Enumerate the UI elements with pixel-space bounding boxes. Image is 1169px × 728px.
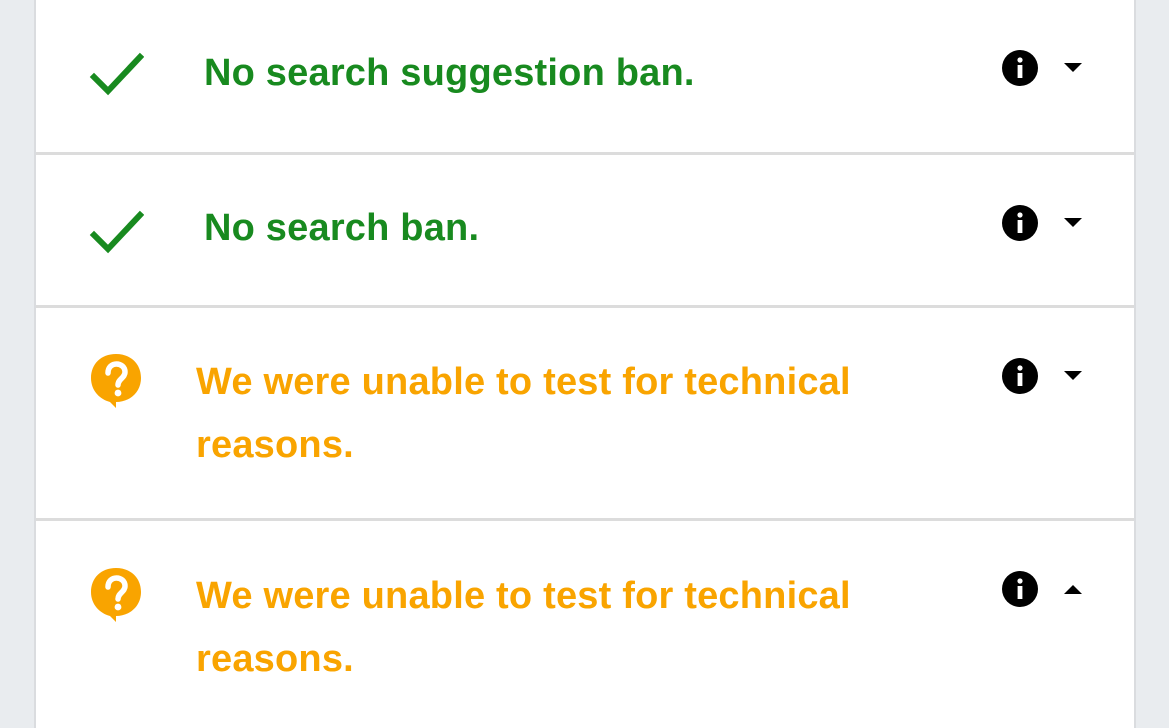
info-icon[interactable] — [1002, 571, 1038, 607]
checkmark-icon — [89, 52, 144, 96]
caret-down-icon[interactable] — [1062, 61, 1084, 75]
page: No search suggestion ban. No search ban. — [0, 0, 1169, 728]
question-bubble-icon — [91, 568, 141, 622]
result-row-search-suggestion-ban[interactable]: No search suggestion ban. — [36, 0, 1134, 153]
checkmark-icon — [89, 210, 144, 254]
caret-down-icon[interactable] — [1062, 369, 1084, 383]
info-icon[interactable] — [1002, 50, 1038, 86]
question-bubble-icon — [91, 354, 141, 408]
info-icon[interactable] — [1002, 358, 1038, 394]
caret-down-icon[interactable] — [1062, 216, 1084, 230]
result-text: No search ban. — [204, 207, 480, 249]
result-text: We were unable to test for technical rea… — [196, 361, 851, 466]
info-icon[interactable] — [1002, 205, 1038, 241]
result-row-unknown-1[interactable]: We were unable to test for technical rea… — [36, 305, 1134, 519]
result-row-search-ban[interactable]: No search ban. — [36, 152, 1134, 306]
result-row-unknown-2[interactable]: We were unable to test for technical rea… — [36, 518, 1134, 728]
result-text: We were unable to test for technical rea… — [196, 575, 851, 680]
result-text: No search suggestion ban. — [204, 52, 695, 94]
results-panel: No search suggestion ban. No search ban. — [34, 0, 1136, 728]
caret-up-icon[interactable] — [1062, 582, 1084, 596]
